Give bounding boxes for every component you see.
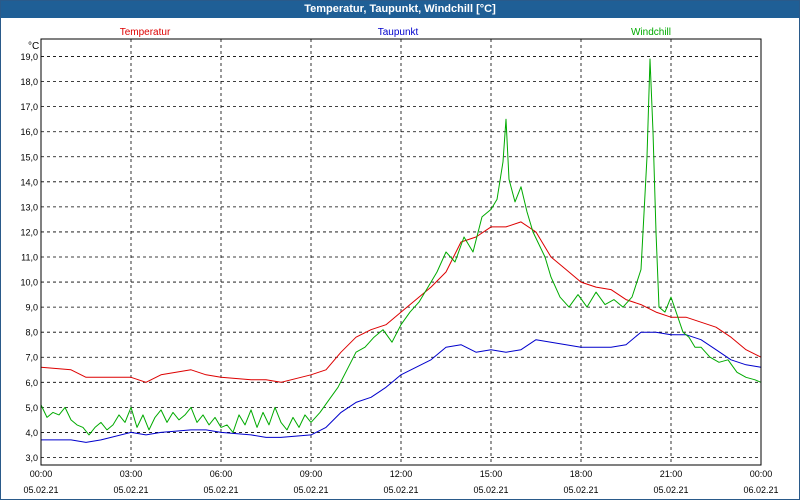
y-tick-label: 7,0 <box>25 353 38 363</box>
y-tick-label: 4,0 <box>25 428 38 438</box>
line-chart: Temperatur Taupunkt Windchill °C 3,0 4,0 5… <box>20 27 778 495</box>
y-axis-unit: °C <box>28 41 39 52</box>
y-tick-label: 6,0 <box>25 378 38 388</box>
y-tick-label: 3,0 <box>25 453 38 463</box>
y-tick-label: 9,0 <box>25 303 38 313</box>
x-tick-time: 21:00 <box>660 469 683 479</box>
y-tick-label: 16,0 <box>20 127 38 137</box>
x-tick-date: 05.02.21 <box>383 485 418 495</box>
y-tick-label: 13,0 <box>20 202 38 212</box>
x-tick-time: 09:00 <box>300 469 323 479</box>
x-tick-time: 12:00 <box>390 469 413 479</box>
series-line-windchill <box>40 58 762 436</box>
x-tick-date: 05.02.21 <box>653 485 688 495</box>
x-tick-date: 05.02.21 <box>473 485 508 495</box>
x-tick-date: 05.02.21 <box>23 485 58 495</box>
x-tick-time: 00:00 <box>30 469 53 479</box>
x-tick-time: 00:00 <box>750 469 773 479</box>
legend-temperatur: Temperatur <box>120 27 171 38</box>
y-tick-label: 11,0 <box>21 253 38 263</box>
x-tick-date: 05.02.21 <box>293 485 328 495</box>
x-tick-time: 18:00 <box>570 469 593 479</box>
x-tick-date: 06.02.21 <box>743 485 778 495</box>
x-tick-date: 05.02.21 <box>113 485 148 495</box>
y-tick-label: 18,0 <box>20 77 38 87</box>
y-tick-label: 12,0 <box>20 227 38 237</box>
y-tick-label: 8,0 <box>25 328 38 338</box>
y-tick-label: 19,0 <box>20 52 38 62</box>
legend-windchill: Windchill <box>631 27 671 38</box>
y-tick-label: 5,0 <box>25 403 38 413</box>
chart-window: Temperatur, Taupunkt, Windchill [°C] Tem… <box>0 0 800 500</box>
y-tick-label: 10,0 <box>20 278 38 288</box>
x-tick-date: 05.02.21 <box>563 485 598 495</box>
y-tick-label: 15,0 <box>20 152 38 162</box>
x-tick-time: 03:00 <box>120 469 143 479</box>
x-tick-time: 06:00 <box>210 469 233 479</box>
y-tick-label: 17,0 <box>20 102 38 112</box>
window-title: Temperatur, Taupunkt, Windchill [°C] <box>1 1 799 18</box>
x-tick-date: 05.02.21 <box>203 485 238 495</box>
x-tick-time: 15:00 <box>480 469 503 479</box>
y-tick-label: 14,0 <box>20 177 38 187</box>
legend-taupunkt: Taupunkt <box>378 27 419 38</box>
